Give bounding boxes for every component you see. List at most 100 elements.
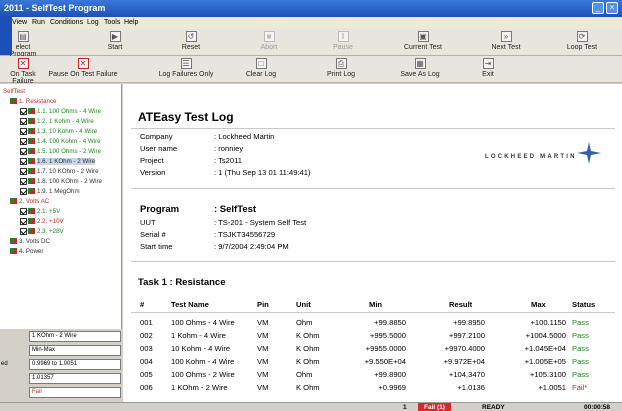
open-folder-icon: ▤ <box>17 31 29 42</box>
range-field: 0.9969 to 1.0051 <box>29 359 121 370</box>
test-checkbox[interactable] <box>20 227 27 235</box>
tree-node[interactable]: 3. Volts DC <box>10 237 50 247</box>
start-button[interactable]: ▶ Start <box>100 31 130 53</box>
tree-node[interactable]: 4. Power <box>10 247 43 257</box>
program-key: Start time <box>140 242 173 251</box>
menu-log[interactable]: Log <box>87 19 99 26</box>
table-cell: +9955.0000 <box>365 344 406 353</box>
save-as-log-button[interactable]: ▦ Save As Log <box>398 58 442 80</box>
pause-on-test-failure-button[interactable]: ✕ Pause On Test Failure <box>48 58 118 80</box>
test-icon <box>28 138 35 145</box>
tree-node[interactable]: 1.2. 1 Kohm - 4 Wire <box>20 117 94 127</box>
menu-run[interactable]: Run <box>32 19 45 26</box>
next-test-button[interactable]: » Next Test <box>486 31 526 53</box>
print-log-button[interactable]: ⎙ Print Log <box>324 58 358 80</box>
column-header: # <box>140 300 145 309</box>
tree-node[interactable]: 1.8. 100 KOhm - 2 Wire <box>20 177 102 187</box>
exit-icon: ⇥ <box>482 58 494 69</box>
test-checkbox[interactable] <box>20 147 27 155</box>
on-task-failure-button[interactable]: ✕ On Task Failure <box>1 58 45 85</box>
pause-button[interactable]: ‖ Pause <box>328 31 358 53</box>
table-cell: K Ohm <box>296 383 320 392</box>
tree-node[interactable]: 1.7. 10 KOhm - 2 Wire <box>20 167 99 177</box>
tree-node[interactable]: 1.5. 100 Ohms - 2 Wire <box>20 147 101 157</box>
table-cell: 100 Kohm - 4 Wire <box>171 357 235 366</box>
menu-view[interactable]: View <box>12 19 27 26</box>
test-checkbox[interactable] <box>20 127 27 135</box>
test-checkbox[interactable] <box>20 107 27 115</box>
info-value: : 1 (Thu Sep 13 01 11:49:41) <box>214 168 311 177</box>
table-cell: VM <box>257 318 269 327</box>
loop-test-button[interactable]: ⟳ Loop Test <box>562 31 602 53</box>
test-icon <box>28 168 35 175</box>
exit-button[interactable]: ⇥ Exit <box>478 58 498 80</box>
column-header: Test Name <box>171 300 209 309</box>
current-test-button[interactable]: ▣ Current Test <box>398 31 448 53</box>
task-title: Task 1 : Resistance <box>138 277 226 288</box>
tree-node[interactable]: 1.3. 10 Kohm - 4 Wire <box>20 127 97 137</box>
clear-log-button[interactable]: □ Clear Log <box>244 58 278 80</box>
tree-node[interactable]: 1.4. 100 Kohm - 4 Wire <box>20 137 101 147</box>
test-checkbox[interactable] <box>20 207 27 215</box>
info-value: : Ts2011 <box>214 156 243 165</box>
tree-node[interactable]: 2.3. +28V <box>20 227 64 237</box>
table-cell: VM <box>257 383 269 392</box>
program-value: : TS-201 - System Self Test <box>214 218 307 227</box>
test-tree[interactable]: SelfTest 1. Resistance 1.1. 100 Ohms - 4… <box>0 84 122 329</box>
test-checkbox[interactable] <box>20 117 27 125</box>
tree-node[interactable]: 2.1. +5V <box>20 207 60 217</box>
task-icon <box>10 248 17 255</box>
task-icon <box>10 98 17 105</box>
table-cell: 100 Ohms - 2 Wire <box>171 370 235 379</box>
table-cell: +99.8950 <box>453 318 485 327</box>
tree-root[interactable]: SelfTest <box>3 87 25 97</box>
start-icon: ▶ <box>109 31 121 42</box>
tree-node[interactable]: 1.1. 100 Ohms - 4 Wire <box>20 107 101 117</box>
log-failures-only-button[interactable]: ☰ Log Failures Only <box>156 58 216 80</box>
task-icon <box>10 198 17 205</box>
status-page: 1 <box>403 404 407 411</box>
table-cell: 001 <box>140 318 153 327</box>
table-cell: +1.005E+05 <box>524 357 566 366</box>
test-checkbox[interactable] <box>20 137 27 145</box>
menu-tools[interactable]: Tools <box>104 19 120 26</box>
divider <box>131 312 615 313</box>
menu-conditions[interactable]: Conditions <box>50 19 83 26</box>
table-cell: 004 <box>140 357 153 366</box>
table-cell: +99.8850 <box>374 318 406 327</box>
reset-button[interactable]: ↺ Reset <box>176 31 206 53</box>
print-icon: ⎙ <box>335 58 347 69</box>
test-checkbox[interactable] <box>20 177 27 185</box>
test-checkbox[interactable] <box>20 217 27 225</box>
table-cell: 1 KOhm - 2 Wire <box>171 383 228 392</box>
table-cell: K Ohm <box>296 331 320 340</box>
minimize-button[interactable]: _ <box>592 2 604 14</box>
table-cell: VM <box>257 331 269 340</box>
pause-on-failure-icon: ✕ <box>77 58 89 69</box>
tree-node[interactable]: 2.2. +10V <box>20 217 64 227</box>
tree-node-selected[interactable]: 1.6. 1 KOhm - 2 Wire <box>20 157 96 167</box>
tree-node[interactable]: 1. Resistance <box>10 97 57 107</box>
test-icon <box>28 118 35 125</box>
table-cell: Fail* <box>572 383 588 392</box>
table-cell: Pass <box>572 318 589 327</box>
task-icon <box>10 238 17 245</box>
tree-node[interactable]: 1.9. 1 MegOhm <box>20 187 80 197</box>
info-key: Project <box>140 156 164 165</box>
test-log-view[interactable]: ATEasy Test Log Company : Lockheed Marti… <box>123 84 622 402</box>
test-icon <box>28 158 35 165</box>
table-cell: +100.1150 <box>530 318 566 327</box>
table-cell: 005 <box>140 370 153 379</box>
abort-button[interactable]: ■ Abort <box>254 31 284 53</box>
test-checkbox[interactable] <box>20 167 27 175</box>
test-icon <box>28 108 35 115</box>
table-cell: +9970.4000 <box>444 344 485 353</box>
star-logo-icon <box>577 142 601 164</box>
tree-node[interactable]: 2. Volts AC <box>10 197 49 207</box>
table-cell: +1.045E+04 <box>524 344 566 353</box>
test-checkbox[interactable] <box>20 157 27 165</box>
menu-help[interactable]: Help <box>124 19 138 26</box>
close-button[interactable]: × <box>606 2 618 14</box>
table-cell: +1.0136 <box>457 383 485 392</box>
test-checkbox[interactable] <box>20 187 27 195</box>
